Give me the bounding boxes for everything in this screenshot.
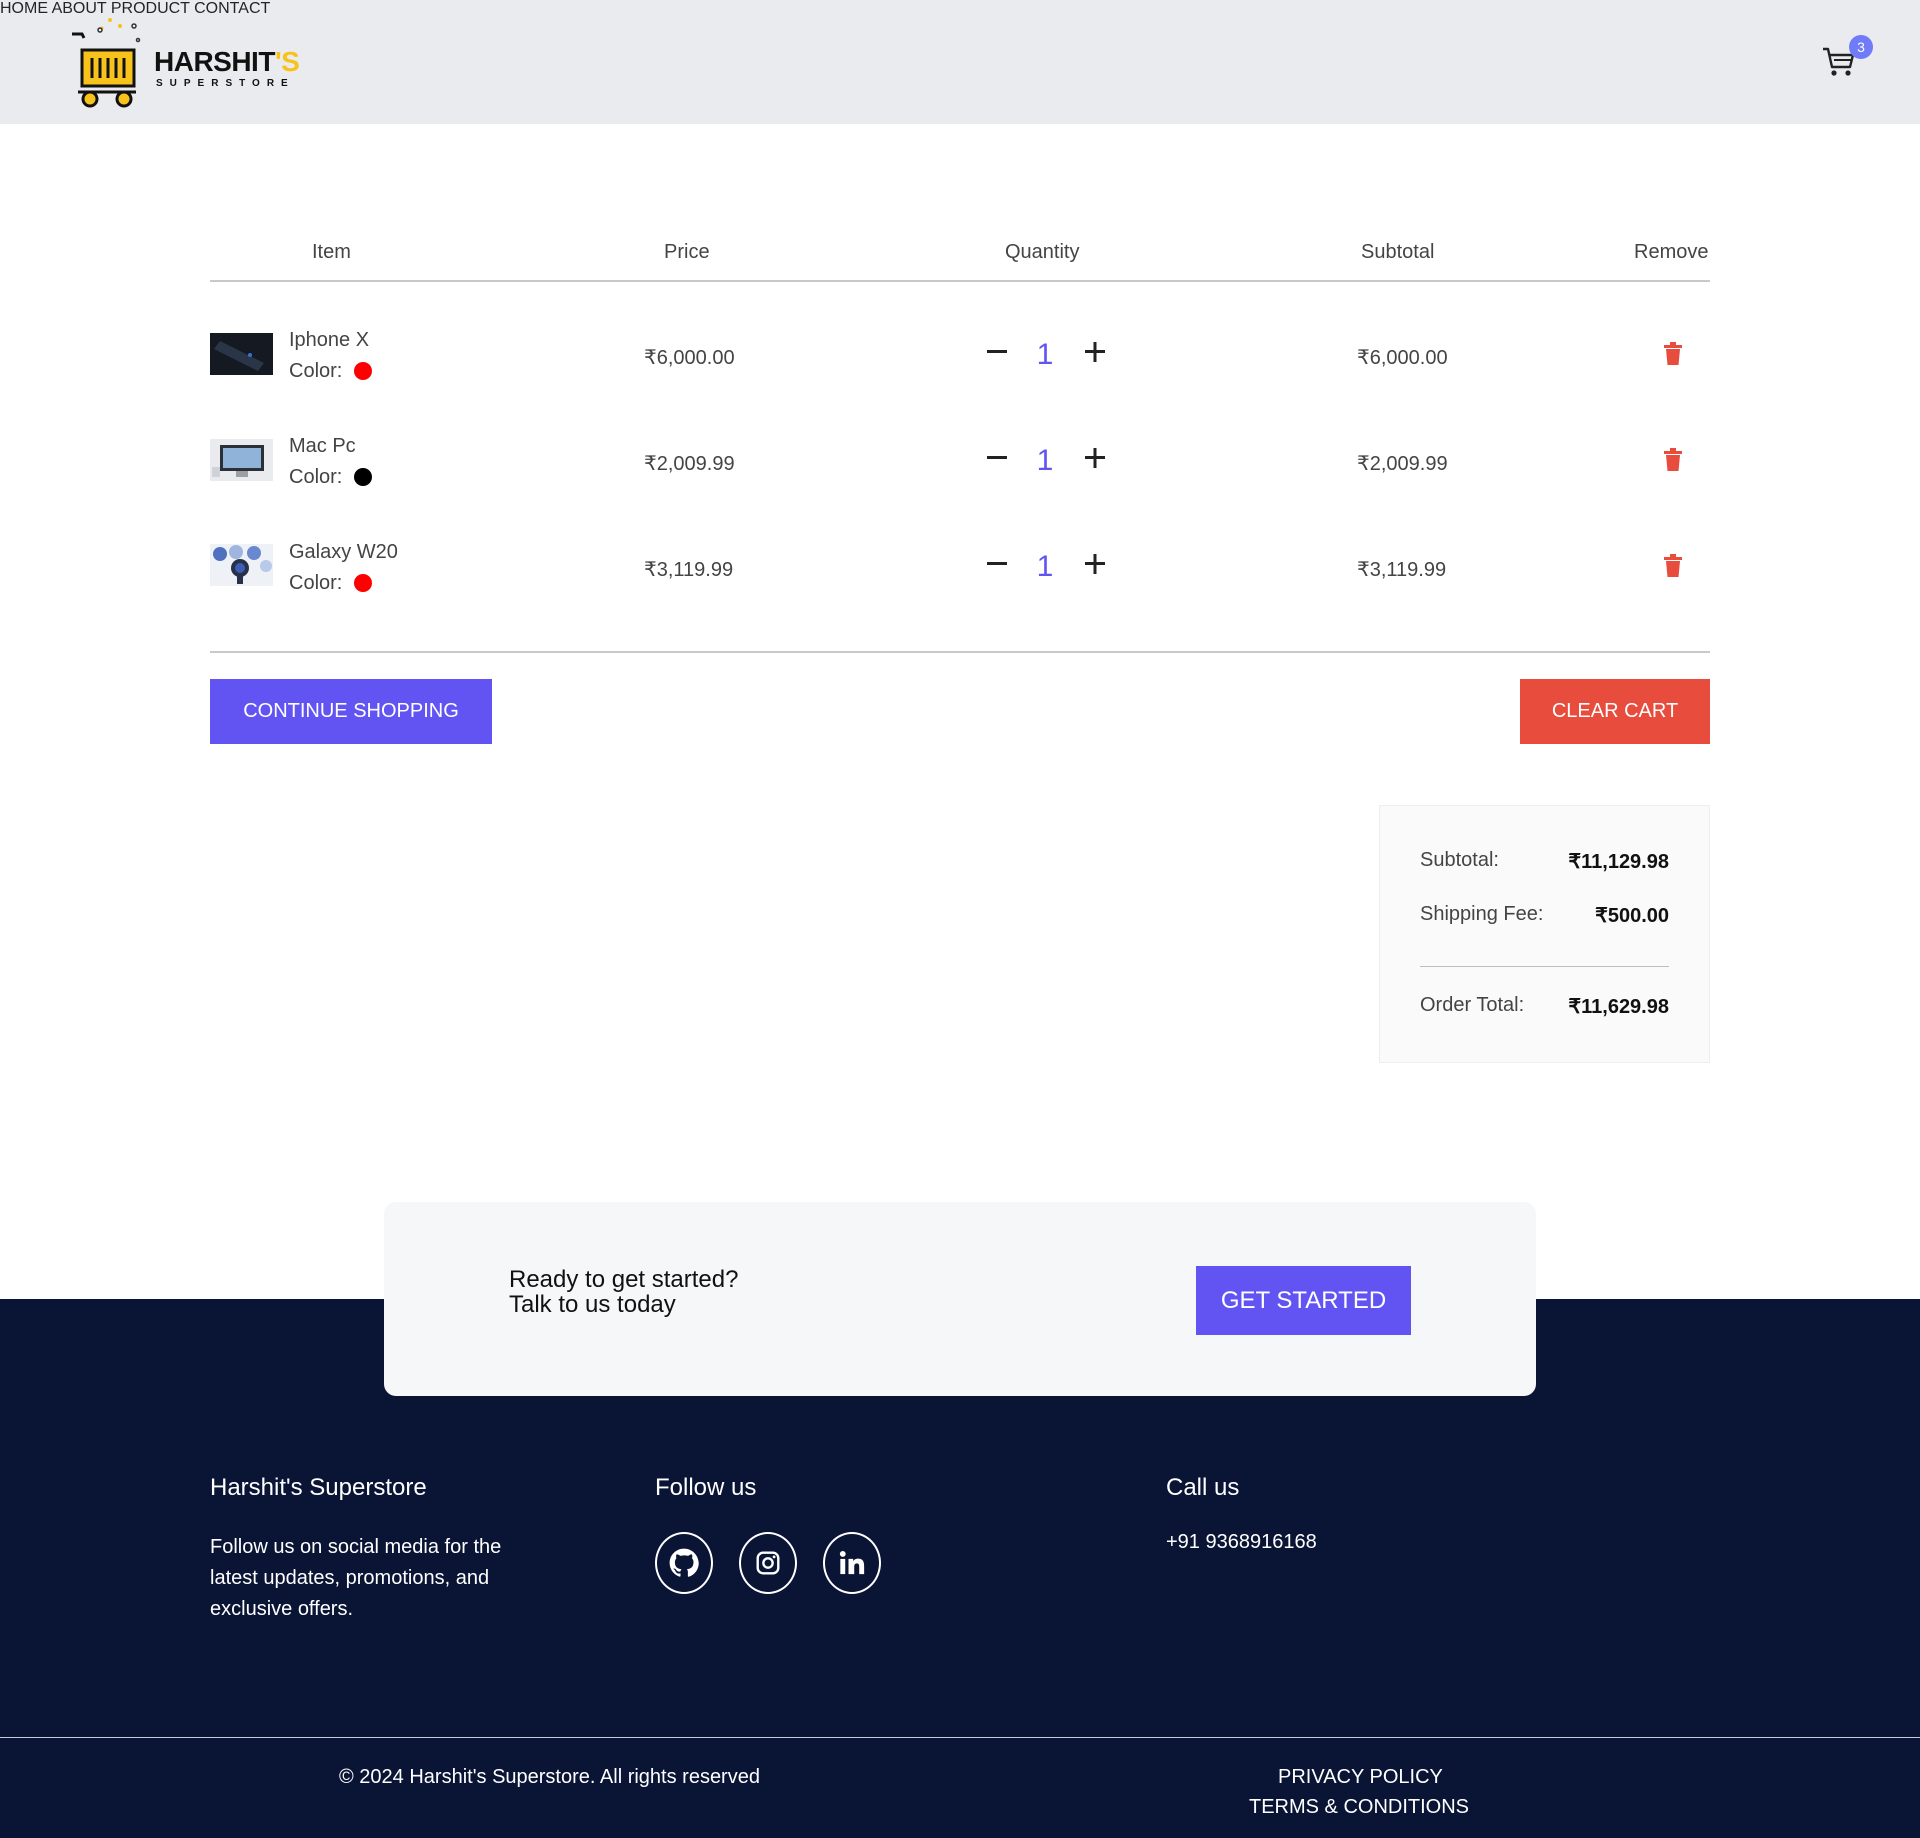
product-image-iphone <box>210 333 273 375</box>
col-header-remove: Remove <box>1634 241 1709 263</box>
product-image-mac <box>210 439 273 481</box>
color-swatch <box>354 362 373 380</box>
summary-divider <box>1420 966 1669 967</box>
trash-icon[interactable] <box>1662 448 1684 472</box>
product-color: Color: <box>289 360 373 383</box>
privacy-policy-link[interactable]: PRIVACY POLICY <box>1278 1766 1443 1789</box>
instagram-link[interactable] <box>739 1532 797 1594</box>
table-divider-bottom <box>210 651 1710 653</box>
product-name: Galaxy W20 <box>289 541 398 563</box>
col-header-quantity: Quantity <box>1005 241 1080 263</box>
summary-shipping-label: Shipping Fee: <box>1420 903 1544 925</box>
product-subtotal: ₹3,119.99 <box>1357 559 1447 581</box>
site-header: HARSHIT'S SUPERSTORE HOME ABOUT PRODUCT … <box>0 0 1920 124</box>
trash-icon[interactable] <box>1662 554 1684 578</box>
summary-subtotal-value: ₹11,129.98 <box>1568 851 1669 873</box>
increase-quantity-button[interactable] <box>1082 445 1108 471</box>
instagram-icon <box>756 1551 780 1575</box>
footer-follow-title: Follow us <box>655 1474 757 1501</box>
logo-wordmark: HARSHIT'S <box>154 46 300 77</box>
order-summary: Subtotal: ₹11,129.98 Shipping Fee: ₹500.… <box>1379 805 1710 1063</box>
get-started-button[interactable]: GET STARTED <box>1196 1266 1411 1335</box>
github-link[interactable] <box>655 1532 713 1594</box>
col-header-price: Price <box>664 241 710 263</box>
product-price: ₹2,009.99 <box>644 453 735 475</box>
summary-subtotal-label: Subtotal: <box>1420 849 1499 871</box>
decrease-quantity-button[interactable] <box>984 339 1010 365</box>
nav-contact[interactable]: CONTACT <box>194 0 270 17</box>
logo-tagline: SUPERSTORE <box>156 78 295 89</box>
clear-cart-button[interactable]: CLEAR CART <box>1520 679 1710 744</box>
product-price: ₹6,000.00 <box>644 347 735 369</box>
color-swatch <box>354 574 373 592</box>
linkedin-link[interactable] <box>823 1532 881 1594</box>
increase-quantity-button[interactable] <box>1082 551 1108 577</box>
col-header-item: Item <box>312 241 351 263</box>
linkedin-icon <box>839 1550 865 1575</box>
cart-logo-icon <box>72 18 141 108</box>
continue-shopping-button[interactable]: CONTINUE SHOPPING <box>210 679 492 744</box>
footer-brand-title: Harshit's Superstore <box>210 1474 427 1501</box>
cart-row: Galaxy W20 Color: ₹3,119.99 1 ₹3,119.99 <box>0 532 1920 612</box>
decrease-quantity-button[interactable] <box>984 445 1010 471</box>
footer-brand-text: Follow us on social media for the latest… <box>210 1536 502 1620</box>
github-icon <box>669 1548 699 1577</box>
nav-about[interactable]: ABOUT <box>52 0 107 17</box>
product-subtotal: ₹2,009.99 <box>1357 453 1448 475</box>
col-header-subtotal: Subtotal <box>1361 241 1435 263</box>
footer-call-title: Call us <box>1166 1474 1240 1501</box>
cart-count-badge: 3 <box>1849 35 1873 59</box>
terms-link[interactable]: TERMS & CONDITIONS <box>1249 1796 1469 1819</box>
product-color: Color: <box>289 466 373 489</box>
site-logo[interactable]: HARSHIT'S SUPERSTORE <box>70 16 310 108</box>
quantity-value: 1 <box>1036 338 1054 371</box>
footer-divider <box>0 1737 1920 1738</box>
quantity-value: 1 <box>1036 444 1054 477</box>
summary-total-label: Order Total: <box>1420 994 1525 1016</box>
cart-row: Iphone X Color: ₹6,000.00 1 ₹6,000.00 <box>0 320 1920 400</box>
table-divider-top <box>210 280 1710 282</box>
cart-row: Mac Pc Color: ₹2,009.99 1 ₹2,009.99 <box>0 426 1920 506</box>
product-image-galaxy <box>210 544 273 586</box>
product-price: ₹3,119.99 <box>644 559 734 581</box>
product-color: Color: <box>289 572 373 595</box>
copyright-text: © 2024 Harshit's Superstore. All rights … <box>339 1766 760 1788</box>
product-name: Mac Pc <box>289 435 356 457</box>
increase-quantity-button[interactable] <box>1082 339 1108 365</box>
cta-heading: Ready to get started? <box>509 1266 739 1293</box>
product-name: Iphone X <box>289 329 370 351</box>
quantity-value: 1 <box>1036 550 1054 583</box>
trash-icon[interactable] <box>1662 342 1684 366</box>
footer-phone[interactable]: +91 9368916168 <box>1166 1531 1317 1554</box>
decrease-quantity-button[interactable] <box>984 551 1010 577</box>
cta-subheading: Talk to us today <box>509 1291 676 1318</box>
product-subtotal: ₹6,000.00 <box>1357 347 1448 369</box>
summary-total-value: ₹11,629.98 <box>1568 996 1669 1018</box>
summary-shipping-value: ₹500.00 <box>1595 905 1669 927</box>
nav-home[interactable]: HOME <box>0 0 48 17</box>
color-swatch <box>354 468 373 486</box>
nav-product[interactable]: PRODUCT <box>111 0 190 17</box>
